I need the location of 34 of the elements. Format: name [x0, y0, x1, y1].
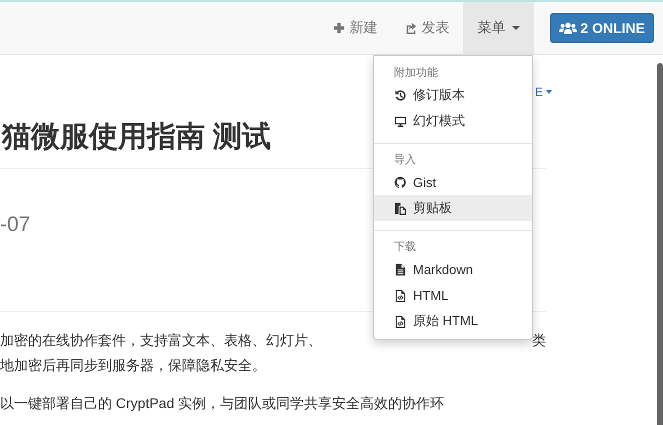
paragraph-line: 以一键部署自己的 CryptPad 实例，与团队或同学共享安全高效的协作环 — [0, 394, 446, 413]
menu-item[interactable]: 修订版本 — [374, 82, 532, 108]
paragraph-line: 类 — [532, 331, 546, 350]
menu-item[interactable]: 幻灯模式 — [374, 108, 532, 134]
history-icon — [394, 88, 407, 102]
section-header: 导入 — [393, 153, 417, 168]
document-title: 猫微服使用指南 测试 — [0, 120, 272, 155]
menu-button[interactable]: 菜单 — [463, 2, 534, 54]
code-file-icon — [394, 314, 407, 328]
menu-item[interactable]: 剪贴板 — [374, 195, 532, 221]
paragraph-line: 地加密后再同步到服务器，保障隐私安全。 — [0, 356, 266, 375]
clipboard-icon — [394, 202, 407, 214]
section-header: 下载 — [393, 240, 417, 255]
menu-item[interactable]: HTML — [374, 282, 532, 308]
monitor-icon — [394, 114, 407, 128]
github-icon — [394, 176, 407, 188]
dropdown-link[interactable]: E — [532, 85, 552, 99]
scrollbar[interactable] — [657, 63, 663, 425]
users-icon — [559, 22, 578, 34]
code-file-icon — [394, 288, 407, 302]
nav-link[interactable]: 新建 — [319, 2, 392, 54]
caret-icon — [546, 90, 552, 94]
section-header: 附加功能 — [393, 66, 439, 81]
plus-icon — [333, 22, 346, 34]
paragraph-line: 加密的在线协作套件，支持富文本、表格、幻灯片、 — [0, 331, 322, 350]
date-text: -07 — [0, 213, 32, 238]
nav-link[interactable]: 发表 — [391, 2, 464, 54]
menu-item[interactable]: 原始 HTML — [374, 308, 532, 334]
caret-icon — [512, 26, 520, 30]
share-icon — [405, 22, 418, 34]
document-icon — [394, 262, 407, 276]
menu-item[interactable]: Gist — [374, 169, 532, 195]
menu-item[interactable]: Markdown — [374, 256, 532, 282]
online-users-button[interactable]: 2 ONLINE — [550, 13, 654, 43]
